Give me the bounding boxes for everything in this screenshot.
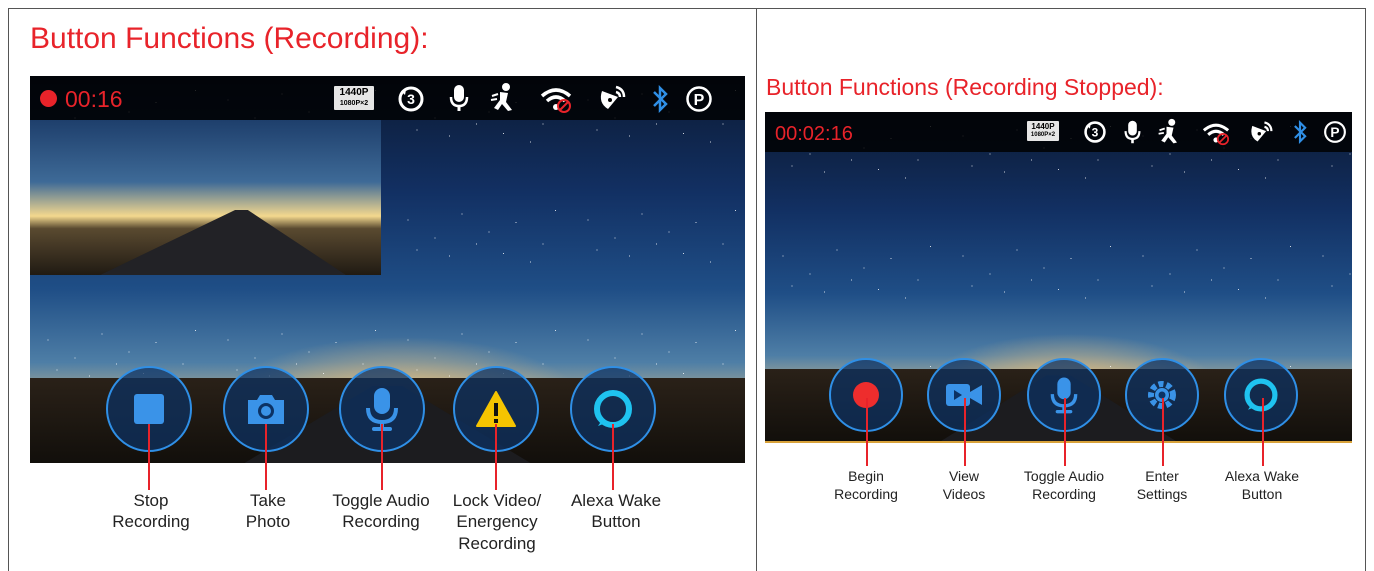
- parking-mode-icon: P: [686, 86, 712, 112]
- begin-recording-caption: Begin Recording: [834, 468, 898, 503]
- alexa-wake-caption: Alexa Wake Button: [571, 490, 661, 533]
- caption-line: Begin: [848, 468, 884, 484]
- caption-line: Recording: [112, 512, 190, 532]
- bluetooth-icon: [1294, 120, 1307, 144]
- svg-text:P: P: [694, 92, 705, 109]
- leader-line: [148, 424, 150, 490]
- rotate-3-icon: 3: [1084, 121, 1106, 143]
- resolution-sub: 1080P×2: [339, 100, 369, 107]
- resolution-badge: 1440P 1080P×2: [334, 86, 374, 110]
- bluetooth-icon: [653, 85, 668, 113]
- wifi-off-icon: [540, 88, 572, 113]
- recording-timer: 00:16: [65, 86, 123, 112]
- caption-line: Settings: [1136, 485, 1188, 502]
- rotate-3-icon: 3: [398, 86, 424, 112]
- lock-video-caption: Lock Video/ Energency Recording: [453, 490, 542, 554]
- motion-detection-icon: [1158, 118, 1177, 144]
- caption-line: Videos: [942, 485, 986, 502]
- resolution-main: 1440P: [339, 87, 369, 98]
- recording-screen: 00:16 1440P 1080P×2 3 P: [30, 76, 745, 463]
- caption-line: Enter: [1145, 468, 1179, 484]
- leader-line: [1064, 398, 1066, 466]
- svg-text:3: 3: [1092, 125, 1099, 139]
- caption-line: Recording: [342, 512, 420, 532]
- recording-panel-title: Button Functions (Recording):: [30, 22, 429, 55]
- caption-line: Photo: [245, 512, 291, 532]
- column-divider: [756, 8, 757, 571]
- leader-line: [495, 424, 497, 490]
- leader-line: [866, 398, 868, 466]
- microphone-icon: [449, 85, 469, 111]
- caption-line: Recording: [458, 533, 536, 553]
- caption-line: Recording: [1032, 485, 1096, 502]
- caption-line: Stop: [133, 491, 169, 510]
- toggle-audio-caption: Toggle Audio Recording: [332, 490, 429, 533]
- leader-line: [964, 398, 966, 466]
- leader-line: [381, 424, 383, 490]
- microphone-icon: [1124, 120, 1141, 144]
- enter-settings-caption: Enter Settings: [1137, 468, 1188, 503]
- alexa-wake-caption: Alexa Wake Button: [1225, 468, 1299, 503]
- pip-road: [100, 209, 346, 275]
- leader-line: [1262, 398, 1264, 466]
- alexa-wake-button[interactable]: [1224, 358, 1298, 432]
- camera-icon: [248, 395, 284, 424]
- caption-line: Recording: [834, 485, 898, 502]
- caption-line: Button: [591, 512, 641, 532]
- caption-line: Take: [250, 491, 286, 510]
- caption-line: Lock Video/: [452, 491, 542, 510]
- resolution-main: 1440P: [1031, 122, 1055, 131]
- caption-line: Toggle Audio: [332, 491, 430, 510]
- wifi-off-icon: [1202, 123, 1230, 146]
- rear-camera-preview: [30, 120, 381, 275]
- caption-line: Alexa Wake: [1224, 468, 1300, 484]
- stopped-panel-title: Button Functions (Recording Stopped):: [766, 74, 1164, 100]
- motion-detection-icon: [490, 83, 512, 111]
- leader-line: [265, 424, 267, 490]
- toggle-audio-caption: Toggle Audio Recording: [1024, 468, 1104, 503]
- stop-icon: [134, 394, 164, 424]
- stop-recording-caption: Stop Recording: [112, 490, 190, 533]
- leader-line: [1162, 398, 1164, 466]
- caption-line: Toggle Audio: [1023, 468, 1105, 484]
- caption-line: Button: [1241, 485, 1283, 502]
- leader-line: [612, 424, 614, 490]
- resolution-badge: 1440P 1080P×2: [1027, 121, 1059, 141]
- gps-icon: [1251, 121, 1273, 142]
- svg-text:3: 3: [407, 91, 415, 107]
- resolution-sub: 1080P×2: [1030, 132, 1056, 138]
- alexa-icon: [1244, 378, 1278, 412]
- warning-icon: [476, 391, 516, 427]
- take-photo-caption: Take Photo: [246, 490, 290, 533]
- status-bar: 00:02:16 1440P 1080P×2 3 P: [765, 112, 1352, 152]
- status-bar: 00:16 1440P 1080P×2 3 P: [30, 76, 745, 120]
- caption-line: View: [948, 468, 980, 484]
- svg-text:P: P: [1330, 125, 1339, 140]
- gps-icon: [600, 85, 626, 109]
- parking-mode-icon: P: [1324, 121, 1346, 143]
- caption-line: Alexa Wake: [570, 491, 662, 510]
- caption-line: Energency: [456, 512, 538, 532]
- stopped-screen: 00:02:16 1440P 1080P×2 3 P: [765, 112, 1352, 443]
- recording-timer: 00:02:16: [775, 123, 853, 145]
- view-videos-caption: View Videos: [943, 468, 986, 503]
- recording-dot-icon: [40, 90, 57, 107]
